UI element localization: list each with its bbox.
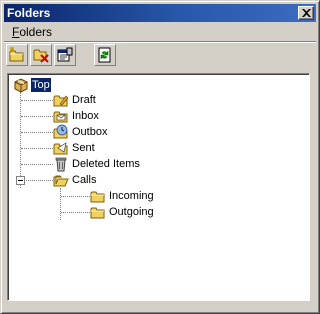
tree-connector: [21, 148, 53, 149]
tree-node-label: Draft: [72, 94, 96, 106]
collapse-toggle-calls[interactable]: [16, 176, 25, 185]
outbox-folder-icon: [53, 124, 68, 139]
tree-node-label: Incoming: [109, 190, 154, 202]
tree-node-label: Deleted Items: [72, 158, 140, 170]
tree-connector: [26, 180, 53, 181]
tree-node-label: Inbox: [72, 110, 99, 122]
title-bar[interactable]: Folders: [4, 4, 316, 22]
delete-folder-button[interactable]: [30, 44, 52, 66]
tree-node-label: Top: [30, 77, 52, 93]
tree-connector: [60, 188, 61, 220]
tree-connector: [21, 132, 53, 133]
calls-folder-icon: [53, 175, 69, 187]
folders-window: Folders Folders Top Draft Inbox Outbox S…: [0, 0, 320, 314]
tree-connector: [61, 212, 90, 213]
outgoing-folder-icon: [90, 207, 105, 219]
folder-tree[interactable]: Top Draft Inbox Outbox Sent Deleted Item…: [7, 73, 310, 301]
tree-connector: [21, 164, 53, 165]
draft-folder-icon: [53, 95, 69, 107]
delete-folder-icon: [33, 49, 49, 63]
toolbar: [4, 43, 316, 69]
tree-node-outgoing[interactable]: Outgoing: [90, 204, 180, 220]
tree-node-inbox[interactable]: Inbox: [53, 108, 133, 124]
tree-node-label: Outbox: [72, 126, 108, 138]
menu-folders-label: olders: [19, 25, 53, 39]
tree-node-draft[interactable]: Draft: [53, 92, 133, 108]
tree-connector: [61, 196, 90, 197]
refresh-icon: [98, 47, 111, 63]
tree-node-calls[interactable]: Calls: [53, 172, 133, 188]
close-icon: [302, 9, 311, 17]
tree-node-label: Outgoing: [109, 206, 154, 218]
folder-box-icon: [14, 78, 28, 93]
window-title: Folders: [7, 6, 51, 20]
tree-connector: [20, 92, 21, 188]
tree-node-sent[interactable]: Sent: [53, 140, 133, 156]
menu-bar: Folders: [4, 23, 316, 41]
new-folder-icon: [9, 47, 24, 62]
trash-icon: [55, 157, 67, 172]
close-button[interactable]: [298, 6, 314, 20]
tree-node-label: Sent: [72, 142, 95, 154]
tree-node-deleted-items[interactable]: Deleted Items: [53, 156, 153, 172]
tree-node-top[interactable]: Top: [13, 77, 73, 93]
menu-folders[interactable]: Folders: [8, 24, 56, 40]
properties-button[interactable]: [54, 44, 76, 66]
tree-connector: [21, 116, 53, 117]
refresh-button[interactable]: [94, 44, 116, 66]
inbox-folder-icon: [53, 111, 68, 123]
incoming-folder-icon: [90, 191, 105, 203]
tree-node-label: Calls: [72, 174, 97, 186]
sent-folder-icon: [53, 142, 68, 155]
tree-node-incoming[interactable]: Incoming: [90, 188, 180, 204]
new-folder-button[interactable]: [6, 44, 28, 66]
tree-connector: [21, 100, 53, 101]
properties-icon: [57, 47, 73, 62]
tree-node-outbox[interactable]: Outbox: [53, 124, 133, 140]
